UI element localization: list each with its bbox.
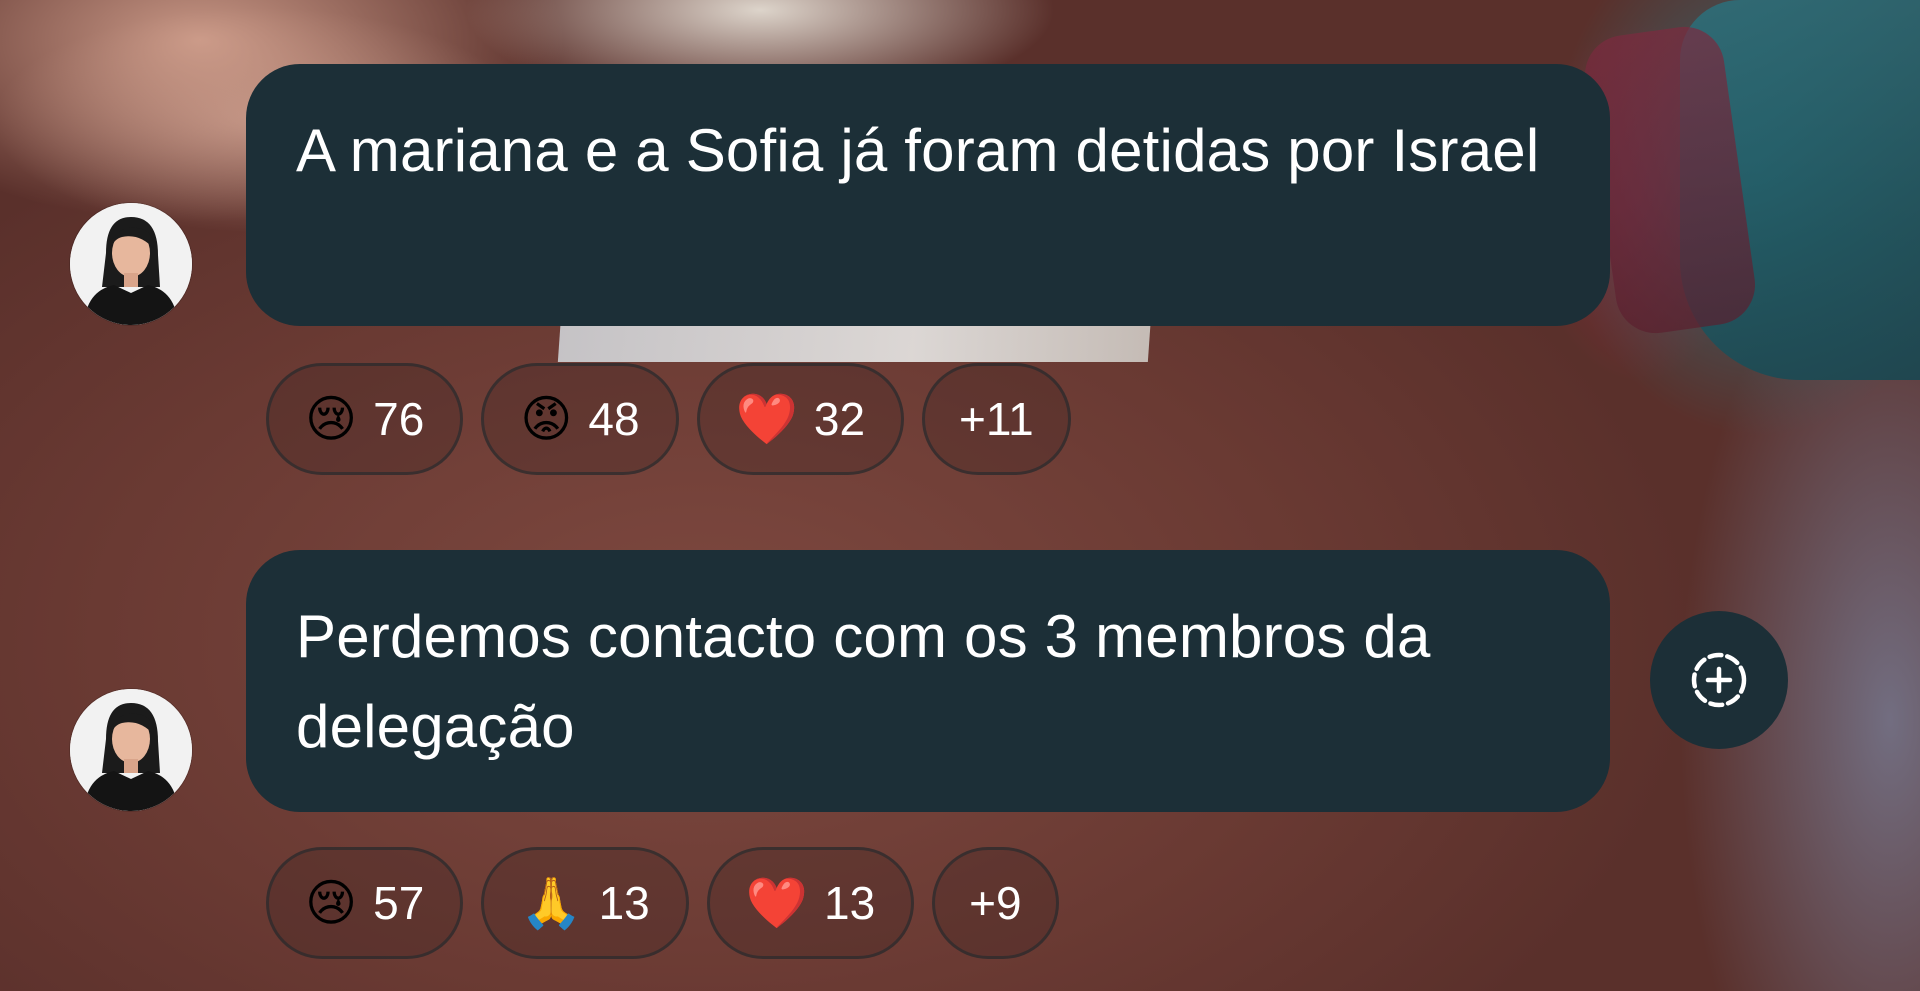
crying-face-icon: 😢 [305, 390, 358, 448]
reactions-bar: 😢 76 😡 48 ❤️ 32 +11 [266, 363, 1071, 475]
reaction-crying[interactable]: 😢 76 [266, 363, 464, 475]
reaction-count: 32 [813, 393, 866, 445]
reaction-crying[interactable]: 😢 57 [266, 847, 464, 959]
reaction-count: 13 [824, 877, 876, 929]
folded-hands-icon: 🙏 [520, 874, 583, 932]
avatar-portrait [70, 203, 192, 325]
reaction-count: 48 [588, 393, 640, 445]
message-bubble[interactable]: Perdemos contacto com os 3 membros da de… [246, 550, 1610, 812]
message-text: A mariana e a Sofia já foram detidas por… [296, 117, 1540, 184]
more-reactions-button[interactable]: +11 [922, 363, 1071, 475]
more-reactions-count: +9 [969, 877, 1022, 929]
reaction-angry[interactable]: 😡 48 [481, 363, 679, 475]
reaction-heart[interactable]: ❤️ 13 [706, 847, 915, 959]
angry-face-icon: 😡 [520, 390, 573, 448]
reaction-count: 57 [373, 877, 425, 929]
heart-icon: ❤️ [735, 390, 798, 448]
avatar-portrait [70, 689, 192, 811]
reactions-bar: 😢 57 🙏 13 ❤️ 13 +9 [266, 847, 1059, 959]
heart-icon: ❤️ [745, 874, 808, 932]
more-reactions-count: +11 [959, 393, 1034, 445]
add-reaction-button[interactable] [1650, 611, 1788, 749]
avatar[interactable] [70, 203, 192, 325]
more-reactions-button[interactable]: +9 [932, 847, 1059, 959]
avatar[interactable] [70, 689, 192, 811]
reaction-count: 76 [373, 393, 425, 445]
crying-face-icon: 😢 [305, 874, 358, 932]
reaction-heart[interactable]: ❤️ 32 [696, 363, 905, 475]
add-reaction-icon [1691, 652, 1747, 708]
reaction-count: 13 [598, 877, 650, 929]
reaction-pray[interactable]: 🙏 13 [481, 847, 689, 959]
message-bubble[interactable]: A mariana e a Sofia já foram detidas por… [246, 64, 1610, 326]
message-text: Perdemos contacto com os 3 membros da de… [296, 603, 1431, 760]
